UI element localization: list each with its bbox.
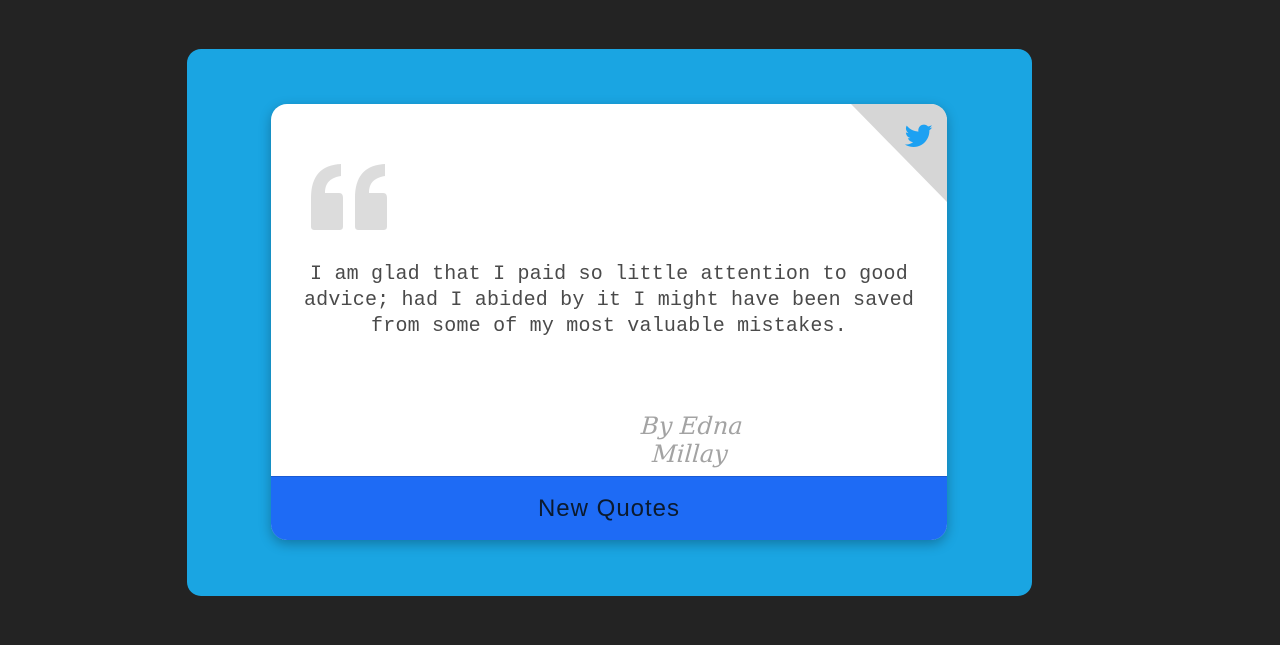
new-quote-button[interactable]: New Quotes (271, 476, 947, 540)
quote-text: I am glad that I paid so little attentio… (303, 263, 915, 338)
quote-mark-icon (311, 164, 387, 230)
quote-author: By Edna Millay (640, 412, 744, 468)
quote-frame: I am glad that I paid so little attentio… (187, 49, 1032, 596)
twitter-icon[interactable] (903, 122, 935, 150)
corner-fold (851, 104, 947, 202)
quote-card: I am glad that I paid so little attentio… (271, 104, 947, 540)
